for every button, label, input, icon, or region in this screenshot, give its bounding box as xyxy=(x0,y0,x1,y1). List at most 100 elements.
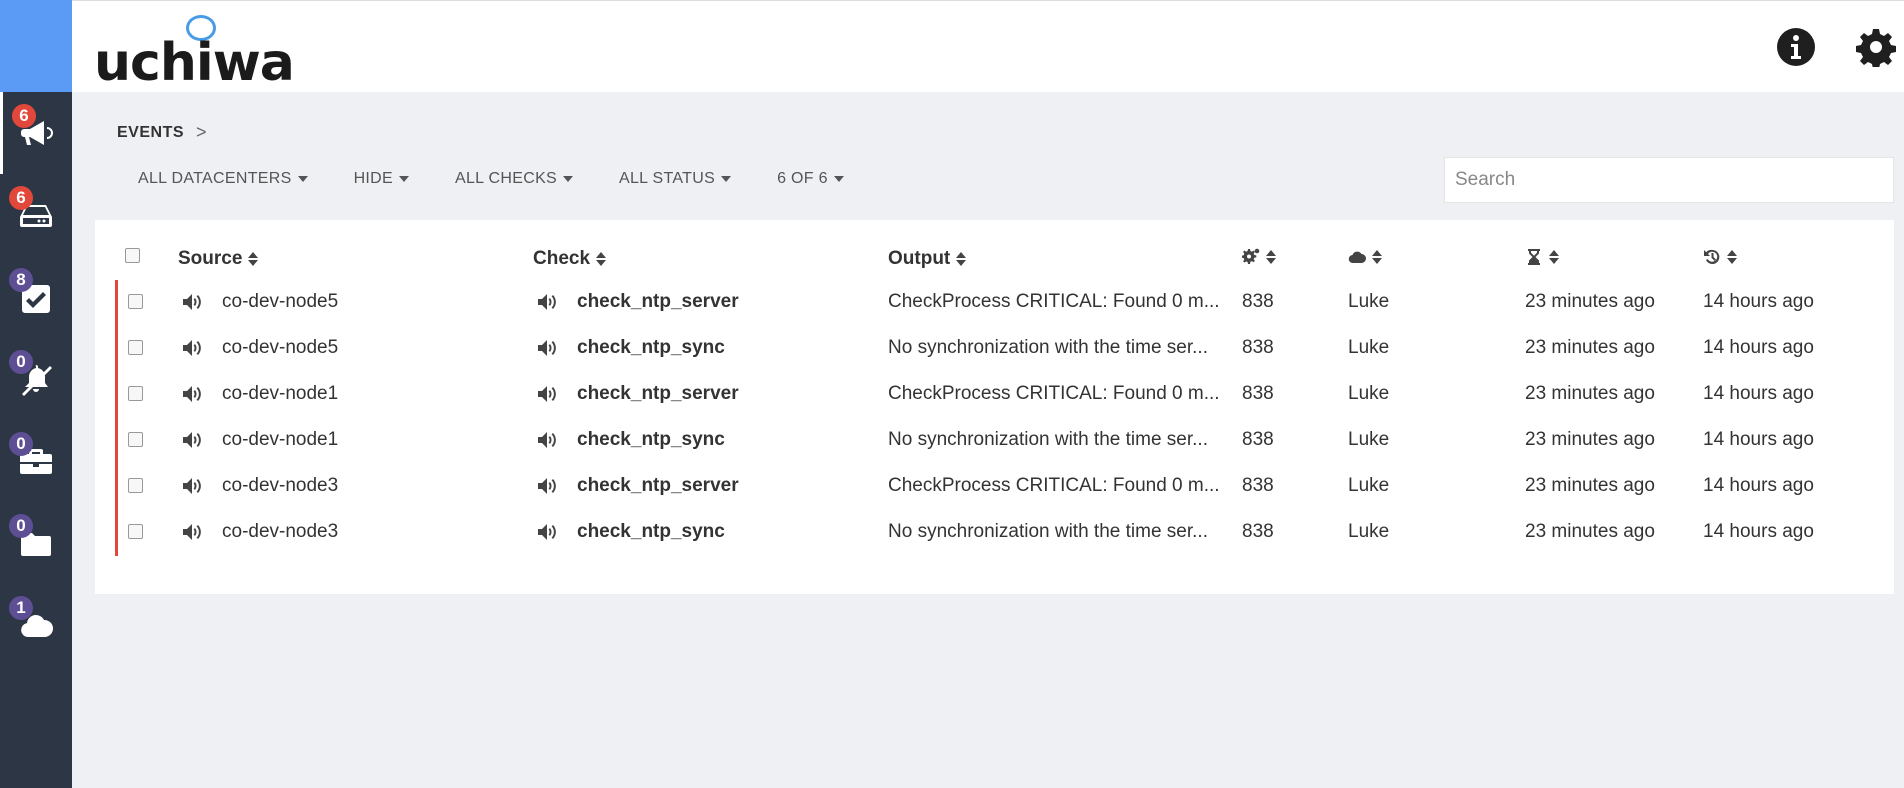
row-checkbox[interactable] xyxy=(128,340,143,355)
sidebar-item-clients[interactable]: 6 xyxy=(0,174,72,256)
column-header-last-check[interactable] xyxy=(1703,248,1737,266)
source-speaker-icon xyxy=(181,463,203,509)
info-circle-icon[interactable] xyxy=(1776,27,1816,67)
row-output: CheckProcess CRITICAL: Found 0 m... xyxy=(888,475,1220,496)
filter-checks-dropdown[interactable]: ALL CHECKS xyxy=(455,168,574,190)
row-check[interactable]: check_ntp_sync xyxy=(577,509,725,555)
row-source[interactable]: co-dev-node3 xyxy=(222,463,338,509)
table-row[interactable]: co-dev-node3 check_ntp_server CheckProce… xyxy=(95,463,1894,509)
table-row[interactable]: co-dev-node1 check_ntp_server CheckProce… xyxy=(95,371,1894,417)
filter-datacenters-dropdown[interactable]: ALL DATACENTERS xyxy=(138,168,308,190)
filter-hide-dropdown[interactable]: HIDE xyxy=(353,168,410,190)
table-row[interactable]: co-dev-node3 check_ntp_sync No synchroni… xyxy=(95,509,1894,555)
row-check[interactable]: check_ntp_sync xyxy=(577,417,725,463)
aggregates-badge: 0 xyxy=(9,514,33,538)
row-check[interactable]: check_ntp_server xyxy=(577,463,739,509)
row-source[interactable]: co-dev-node5 xyxy=(222,325,338,371)
sidebar-item-aggregates[interactable]: 0 xyxy=(0,502,72,584)
source-speaker-icon xyxy=(181,279,203,325)
column-output-label: Output xyxy=(888,248,951,269)
row-checkbox[interactable] xyxy=(128,294,143,309)
row-output: No synchronization with the time ser... xyxy=(888,337,1208,358)
sort-icon xyxy=(1727,249,1737,265)
table-row[interactable]: co-dev-node5 check_ntp_sync No synchroni… xyxy=(95,325,1894,371)
gear-icon[interactable] xyxy=(1856,27,1896,67)
row-check[interactable]: check_ntp_server xyxy=(577,279,739,325)
check-speaker-icon xyxy=(536,509,558,555)
source-speaker-icon xyxy=(181,509,203,555)
filter-count-dropdown[interactable]: 6 OF 6 xyxy=(777,168,844,190)
row-source[interactable]: co-dev-node3 xyxy=(222,509,338,555)
sidebar: 6 6 8 0 0 0 1 xyxy=(0,0,72,788)
breadcrumb-events[interactable]: EVENTS xyxy=(117,124,184,142)
sort-icon xyxy=(248,251,259,267)
row-checkbox[interactable] xyxy=(128,386,143,401)
column-header-occurrences[interactable] xyxy=(1242,248,1276,266)
row-issued: 23 minutes ago xyxy=(1525,475,1655,496)
row-last-check: 14 hours ago xyxy=(1703,475,1814,496)
search-input[interactable] xyxy=(1444,157,1894,203)
source-speaker-icon xyxy=(181,325,203,371)
caret-down-icon xyxy=(297,176,308,182)
row-datacenter: Luke xyxy=(1348,291,1390,312)
column-header-output[interactable]: Output xyxy=(888,248,967,270)
column-header-datacenter[interactable] xyxy=(1348,248,1382,266)
breadcrumb: EVENTS > xyxy=(117,122,207,143)
row-datacenter: Luke xyxy=(1348,429,1390,450)
sidebar-item-stashes[interactable]: 0 xyxy=(0,420,72,502)
filter-status-label: ALL STATUS xyxy=(619,170,716,187)
caret-down-icon xyxy=(399,176,410,182)
filter-hide-label: HIDE xyxy=(353,170,394,187)
row-last-check: 14 hours ago xyxy=(1703,521,1814,542)
table-row[interactable]: co-dev-node1 check_ntp_sync No synchroni… xyxy=(95,417,1894,463)
row-last-check: 14 hours ago xyxy=(1703,383,1814,404)
column-header-source[interactable]: Source xyxy=(178,248,259,270)
row-last-check: 14 hours ago xyxy=(1703,291,1814,312)
select-all-checkbox[interactable] xyxy=(125,248,140,263)
row-source[interactable]: co-dev-node1 xyxy=(222,417,338,463)
row-occurrences: 838 xyxy=(1242,337,1274,358)
uchiwa-logo[interactable]: uchiwa xyxy=(94,15,295,93)
stashes-badge: 0 xyxy=(9,432,33,456)
sidebar-item-silenced[interactable]: 0 xyxy=(0,338,72,420)
row-checkbox[interactable] xyxy=(128,478,143,493)
column-header-check[interactable]: Check xyxy=(533,248,607,270)
source-speaker-icon xyxy=(181,371,203,417)
row-source[interactable]: co-dev-node1 xyxy=(222,371,338,417)
sort-icon xyxy=(1549,249,1559,265)
row-checkbox[interactable] xyxy=(128,524,143,539)
row-datacenter: Luke xyxy=(1348,475,1390,496)
top-header: uchiwa xyxy=(72,0,1904,93)
sidebar-item-checks[interactable]: 8 xyxy=(0,256,72,338)
column-header-issued[interactable] xyxy=(1525,248,1559,266)
row-datacenter: Luke xyxy=(1348,383,1390,404)
row-check[interactable]: check_ntp_server xyxy=(577,371,739,417)
row-issued: 23 minutes ago xyxy=(1525,429,1655,450)
sidebar-item-events[interactable]: 6 xyxy=(0,92,72,174)
filter-count-label: 6 OF 6 xyxy=(777,170,828,187)
row-source[interactable]: co-dev-node5 xyxy=(222,279,338,325)
check-speaker-icon xyxy=(536,371,558,417)
row-datacenter: Luke xyxy=(1348,521,1390,542)
row-output: CheckProcess CRITICAL: Found 0 m... xyxy=(888,383,1220,404)
filter-status-dropdown[interactable]: ALL STATUS xyxy=(619,168,732,190)
check-speaker-icon xyxy=(536,463,558,509)
row-last-check: 14 hours ago xyxy=(1703,429,1814,450)
filter-bar: ALL DATACENTERS HIDE ALL CHECKS ALL STAT… xyxy=(138,168,890,190)
table-row[interactable]: co-dev-node5 check_ntp_server CheckProce… xyxy=(95,279,1894,325)
row-output: CheckProcess CRITICAL: Found 0 m... xyxy=(888,291,1220,312)
row-output: No synchronization with the time ser... xyxy=(888,521,1208,542)
hourglass-icon xyxy=(1528,249,1540,265)
events-badge: 6 xyxy=(12,104,36,128)
caret-down-icon xyxy=(721,176,732,182)
breadcrumb-chevron-icon: > xyxy=(196,122,208,142)
row-issued: 23 minutes ago xyxy=(1525,521,1655,542)
sidebar-item-datacenters[interactable]: 1 xyxy=(0,584,72,666)
column-check-label: Check xyxy=(533,248,591,269)
clients-badge: 6 xyxy=(9,186,33,210)
cogs-icon xyxy=(1242,248,1260,264)
row-checkbox[interactable] xyxy=(128,432,143,447)
row-occurrences: 838 xyxy=(1242,475,1274,496)
datacenters-badge: 1 xyxy=(9,596,33,620)
row-check[interactable]: check_ntp_sync xyxy=(577,325,725,371)
